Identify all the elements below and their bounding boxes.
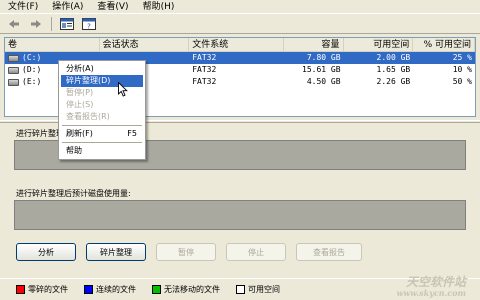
toolbar-separator: [51, 16, 52, 31]
volume-capacity: 15.61 GB: [302, 65, 341, 74]
legend-free-space: 可用空间: [236, 284, 280, 295]
ctx-analyze[interactable]: 分析(A): [61, 63, 143, 75]
legend-fragmented: 零碎的文件: [16, 284, 68, 295]
volume-name: (C:): [22, 53, 42, 62]
view-report-button[interactable]: 查看报告: [296, 243, 362, 261]
menu-action[interactable]: 操作(A): [52, 0, 83, 14]
drive-icon: [8, 66, 19, 74]
properties-icon[interactable]: [57, 15, 77, 33]
watermark: 天空软件站 www.skycn.com: [356, 276, 466, 298]
legend-contiguous: 连续的文件: [84, 284, 136, 295]
volume-fs: FAT32: [192, 77, 217, 86]
header-file-system[interactable]: 文件系统: [189, 38, 284, 52]
back-icon[interactable]: [4, 15, 24, 33]
watermark-title: 天空软件站: [405, 275, 466, 289]
volume-pct: 25 %: [452, 53, 472, 62]
drive-icon: [8, 54, 19, 62]
context-menu: 分析(A) 碎片整理(D) 暂停(P) 停止(S) 查看报告(R) 刷新(F) F…: [58, 60, 146, 160]
menu-bar: 文件(F) 操作(A) 查看(V) 帮助(H): [0, 0, 480, 14]
ctx-separator: [62, 142, 142, 143]
header-free-space[interactable]: 可用空间: [344, 38, 414, 52]
after-usage-graph: [14, 200, 466, 230]
legend-swatch: [236, 285, 245, 294]
watermark-url: www.skycn.com: [396, 288, 466, 298]
header-session-state[interactable]: 会话状态: [100, 38, 190, 52]
volume-name: (E:): [22, 77, 42, 86]
header-capacity[interactable]: 容量: [284, 38, 344, 52]
menu-view[interactable]: 查看(V): [97, 0, 128, 14]
volume-capacity: 4.50 GB: [306, 77, 341, 86]
drive-icon: [8, 78, 19, 86]
pause-button[interactable]: 暂停: [156, 243, 216, 261]
help-icon[interactable]: ?: [79, 15, 99, 33]
ctx-help[interactable]: 帮助: [61, 145, 143, 157]
legend-swatch: [16, 285, 25, 294]
toolbar: ?: [0, 14, 480, 34]
forward-icon[interactable]: [26, 15, 46, 33]
stop-button[interactable]: 停止: [226, 243, 286, 261]
defragment-button[interactable]: 碎片整理: [86, 243, 146, 261]
ctx-defragment[interactable]: 碎片整理(D): [61, 75, 143, 87]
volume-name: (D:): [22, 65, 42, 74]
volume-list-header: 卷 会话状态 文件系统 容量 可用空间 % 可用空间: [5, 38, 475, 52]
volume-capacity: 7.80 GB: [306, 53, 341, 62]
after-usage-label: 进行碎片整理后预计磁盘使用量:: [16, 189, 131, 198]
action-buttons: 分析 碎片整理 暂停 停止 查看报告: [16, 243, 362, 261]
header-percent-free[interactable]: % 可用空间: [413, 38, 475, 52]
volume-pct: 50 %: [452, 77, 472, 86]
volume-free: 1.65 GB: [376, 65, 411, 74]
legend-unmovable: 无法移动的文件: [152, 284, 220, 295]
volume-fs: FAT32: [192, 53, 217, 62]
volume-pct: 10 %: [452, 65, 472, 74]
ctx-view-report: 查看报告(R): [66, 112, 110, 121]
volume-free: 2.00 GB: [376, 53, 411, 62]
ctx-stop: 停止(S): [66, 100, 94, 109]
ctx-pause: 暂停(P): [66, 88, 94, 97]
ctx-refresh[interactable]: 刷新(F) F5: [61, 128, 143, 140]
analyze-button[interactable]: 分析: [16, 243, 76, 261]
volume-fs: FAT32: [192, 65, 217, 74]
legend-swatch: [84, 285, 93, 294]
mouse-pointer-icon: [118, 81, 128, 100]
volume-free: 2.26 GB: [376, 77, 411, 86]
svg-text:?: ?: [87, 22, 91, 30]
menu-help[interactable]: 帮助(H): [143, 0, 175, 14]
menu-file[interactable]: 文件(F): [8, 0, 38, 14]
header-volume[interactable]: 卷: [5, 38, 100, 52]
legend-swatch: [152, 285, 161, 294]
ctx-separator: [62, 125, 142, 126]
